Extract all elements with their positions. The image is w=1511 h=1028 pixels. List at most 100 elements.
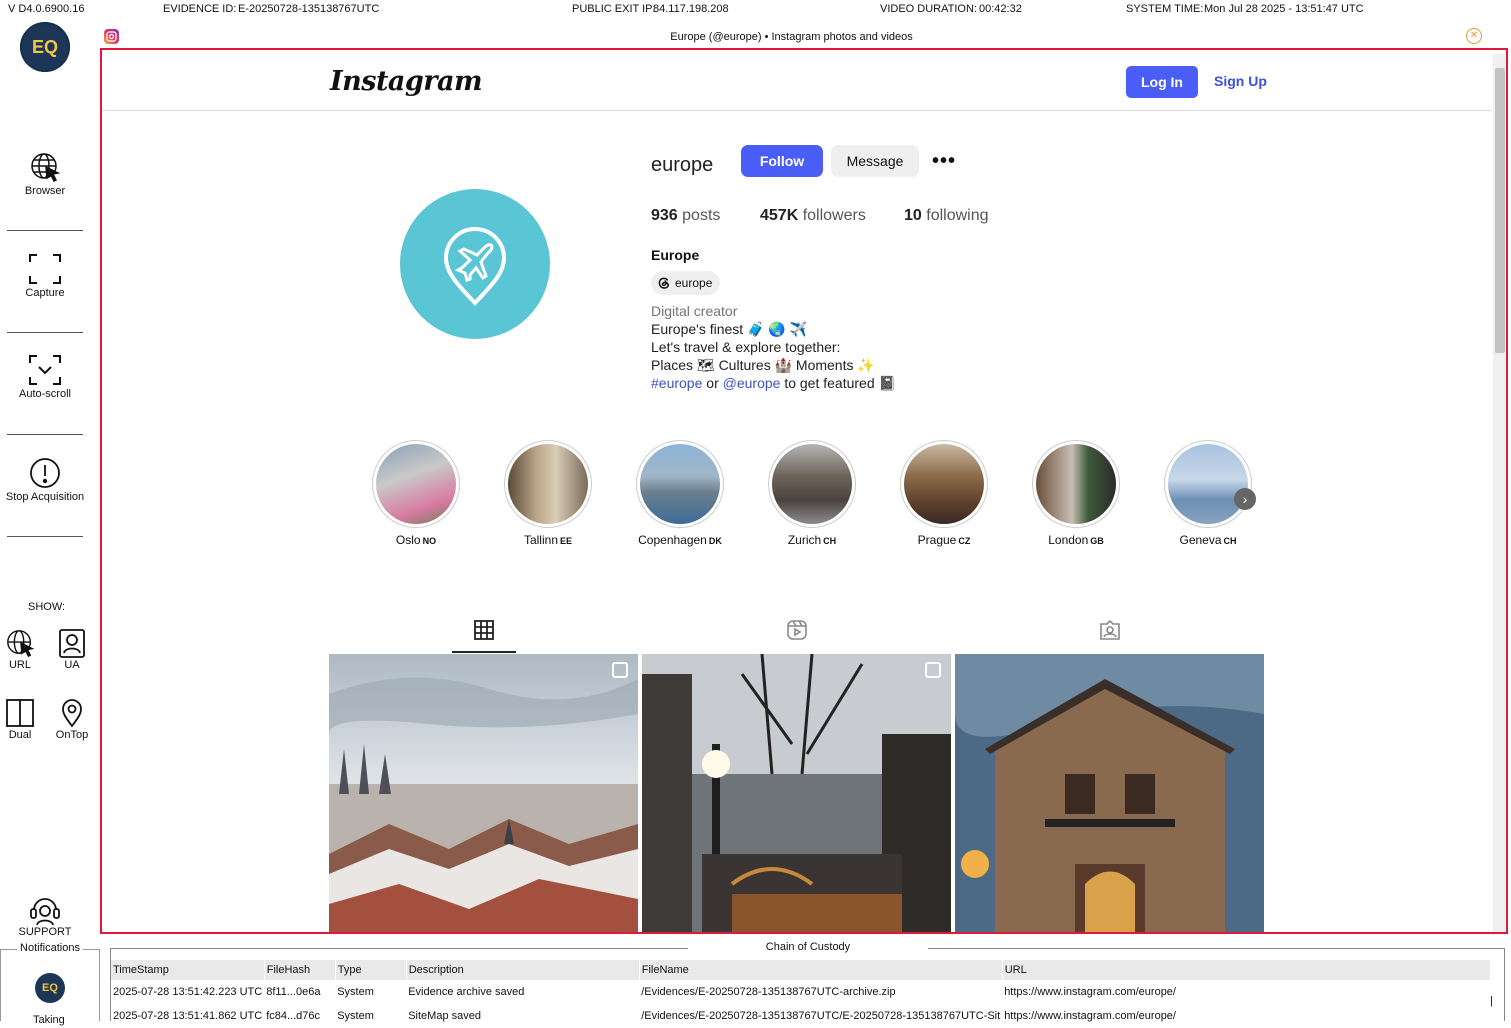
- profile-avatar: [400, 189, 550, 339]
- country-code: GB: [1090, 536, 1104, 546]
- system-time-label: SYSTEM TIME:: [1126, 3, 1204, 15]
- capture-button[interactable]: Capture: [5, 253, 85, 299]
- active-tab-indicator: [452, 651, 516, 653]
- highlight-label: Prague: [917, 533, 957, 547]
- country-code: EE: [560, 536, 573, 546]
- post-tile-3[interactable]: [955, 654, 1264, 932]
- more-options-button[interactable]: •••: [932, 150, 956, 173]
- highlight-oslo[interactable]: Oslo NO: [350, 440, 482, 547]
- followers-label: followers: [802, 207, 866, 224]
- cell-filename: /Evidences/E-20250728-135138767UTC-archi…: [641, 986, 896, 998]
- tab-tagged[interactable]: [1060, 609, 1160, 651]
- user-badge-icon: [59, 629, 85, 658]
- sidebar-divider: [7, 536, 83, 537]
- public-ip-value: 84.117.198.208: [653, 3, 729, 15]
- show-label: SHOW:: [28, 601, 66, 613]
- carousel-icon: [612, 662, 628, 678]
- chevron-right-icon[interactable]: ›: [1234, 488, 1256, 510]
- top-info-bar: V D4.0.6900.16 EVIDENCE ID: E-20250728-1…: [0, 0, 1511, 22]
- column-header[interactable]: FileHash: [264, 960, 336, 980]
- highlight-prague[interactable]: Prague CZ: [878, 440, 1010, 547]
- cell-description: Evidence archive saved: [408, 986, 525, 998]
- column-header[interactable]: FileName: [639, 960, 1003, 980]
- profile-full-name: Europe: [651, 247, 700, 263]
- mention-link[interactable]: @europe: [723, 375, 781, 391]
- video-duration-value: 00:42:32: [979, 3, 1022, 15]
- tagged-icon: [1100, 619, 1120, 640]
- auto-scroll-button[interactable]: Auto-scroll: [5, 354, 85, 400]
- cell-filehash: fc84...d76c: [266, 1010, 321, 1022]
- capture-label: Capture: [25, 287, 65, 299]
- cell-type: System: [337, 986, 374, 998]
- column-header[interactable]: Type: [335, 960, 407, 980]
- show-ontop-toggle[interactable]: OnTop: [52, 698, 92, 741]
- support-button[interactable]: SUPPORT: [18, 892, 72, 938]
- bio-line-3: Places 🗺 Cultures 🏰 Moments ✨: [651, 357, 875, 373]
- threads-badge[interactable]: europe: [651, 271, 721, 295]
- plane-pin-icon: [443, 227, 507, 306]
- scrollbar-thumb[interactable]: [1495, 68, 1505, 353]
- table-row[interactable]: 2025-07-28 13:51:41.862 UTC fc84...d76c …: [111, 1004, 1491, 1028]
- country-code: CZ: [958, 536, 971, 546]
- browser-button[interactable]: Browser: [5, 151, 85, 197]
- bio-line-1: Europe's finest 🧳 🌏 ✈️: [651, 321, 808, 337]
- highlight-tallinn[interactable]: Tallinn EE: [482, 440, 614, 547]
- app-logo: EQ: [20, 22, 70, 72]
- notification-logo: EQ: [35, 973, 65, 1003]
- tab-reels[interactable]: [747, 609, 847, 651]
- show-url-toggle[interactable]: URL: [0, 628, 40, 671]
- column-header[interactable]: TimeStamp: [111, 960, 265, 980]
- post-tile-2[interactable]: [642, 654, 951, 932]
- instagram-logo[interactable]: Instagram: [330, 66, 483, 97]
- cell-url: https://www.instagram.com/europe/: [1004, 986, 1176, 998]
- reels-icon: [787, 620, 807, 640]
- show-dual-toggle[interactable]: Dual: [0, 698, 40, 741]
- highlight-zurich[interactable]: Zurich CH: [746, 440, 878, 547]
- posts-count: 936: [651, 207, 678, 224]
- signup-link[interactable]: Sign Up: [1214, 73, 1267, 89]
- show-dual-label: Dual: [8, 729, 32, 741]
- bio-line-2: Let's travel & explore together:: [651, 339, 841, 355]
- public-ip-label: PUBLIC EXIT IP:: [572, 3, 656, 15]
- post-tile-1[interactable]: [329, 654, 638, 932]
- capture-frame-icon: [29, 254, 61, 284]
- browser-viewport[interactable]: Instagram Log In Sign Up europe Follow M…: [100, 48, 1508, 934]
- show-ua-toggle[interactable]: UA: [52, 628, 92, 671]
- following-count: 10: [904, 207, 922, 224]
- profile-username: europe: [651, 154, 714, 176]
- chain-of-custody-table: TimeStamp FileHash Type Description File…: [111, 960, 1492, 1028]
- cell-timestamp: 2025-07-28 13:51:42.223 UTC: [113, 986, 263, 998]
- tab-posts[interactable]: [434, 609, 534, 651]
- threads-icon: [658, 277, 669, 289]
- highlight-label: Zurich: [787, 533, 822, 547]
- stop-acquisition-button[interactable]: Stop Acquisition: [5, 457, 85, 503]
- carousel-icon: [925, 662, 941, 678]
- sidebar-divider: [7, 434, 83, 435]
- login-button[interactable]: Log In: [1126, 66, 1198, 98]
- country-code: DK: [708, 536, 722, 546]
- followers-stat[interactable]: 457K followers: [760, 207, 866, 225]
- close-icon[interactable]: ✕: [1466, 28, 1482, 44]
- bio-or: or: [702, 375, 723, 391]
- pin-icon: [62, 699, 82, 728]
- following-label: following: [926, 207, 989, 224]
- window-title: Europe (@europe) • Instagram photos and …: [670, 31, 913, 43]
- table-row[interactable]: 2025-07-28 13:51:42.223 UTC 8f11...0e6a …: [111, 980, 1491, 1004]
- hashtag-link[interactable]: #europe: [651, 375, 702, 391]
- column-header[interactable]: Description: [406, 960, 640, 980]
- notifications-title-wrap: Notifications: [0, 942, 100, 954]
- highlight-london[interactable]: London GB: [1010, 440, 1142, 547]
- following-stat[interactable]: 10 following: [904, 207, 989, 225]
- follow-button[interactable]: Follow: [741, 145, 823, 177]
- message-button[interactable]: Message: [831, 145, 919, 177]
- column-header[interactable]: URL: [1002, 960, 1492, 980]
- table-scroll-indicator[interactable]: |: [1490, 995, 1493, 1007]
- highlight-label: Geneva: [1179, 533, 1222, 547]
- cell-timestamp: 2025-07-28 13:51:41.862 UTC: [113, 1010, 263, 1022]
- highlight-copenhagen[interactable]: Copenhagen DK: [614, 440, 746, 547]
- video-duration-label: VIDEO DURATION:: [880, 3, 977, 15]
- highlight-label: Copenhagen: [638, 533, 707, 547]
- followers-count: 457K: [760, 207, 799, 224]
- globe-cursor-icon: [7, 630, 35, 658]
- grid-icon: [474, 620, 494, 640]
